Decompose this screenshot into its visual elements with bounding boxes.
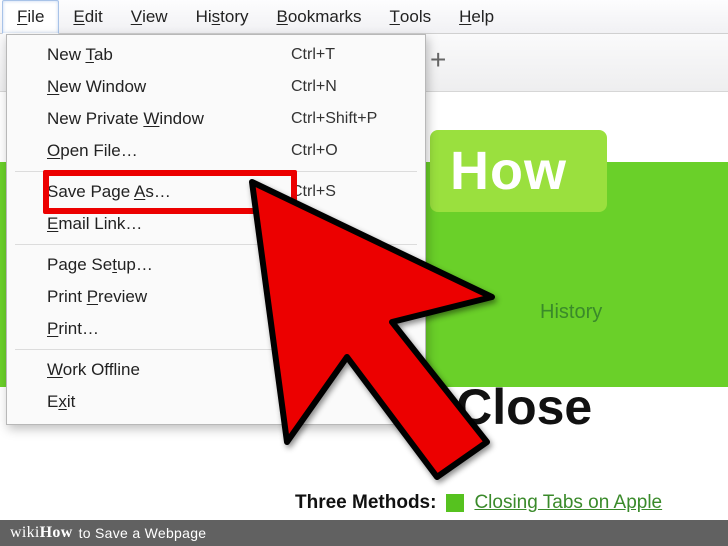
caption-logo-prefix: wiki xyxy=(10,524,40,541)
menu-item-accelerator: Ctrl+Shift+P xyxy=(291,110,411,128)
method-bullet-icon xyxy=(446,494,464,512)
menu-item-label: Open File… xyxy=(47,141,291,161)
wikihow-caption-logo: wikiHow xyxy=(0,524,79,542)
new-tab-plus-icon[interactable]: + xyxy=(430,44,446,76)
methods-label: Three Methods: xyxy=(295,492,436,514)
caption-logo-bold: How xyxy=(40,524,73,541)
menu-item-new-private-window[interactable]: New Private WindowCtrl+Shift+P xyxy=(7,103,425,135)
browser-window: + How History to Close Three Methods: Cl… xyxy=(0,0,728,546)
menu-history[interactable]: History xyxy=(182,0,263,33)
caption-text: to Save a Webpage xyxy=(79,525,207,541)
method-link[interactable]: Closing Tabs on Apple xyxy=(474,492,662,514)
methods-row: Three Methods: Closing Tabs on Apple xyxy=(295,492,662,514)
menu-edit[interactable]: Edit xyxy=(59,0,116,33)
menu-item-new-tab[interactable]: New TabCtrl+T xyxy=(7,39,425,71)
menu-item-label: New Tab xyxy=(47,45,291,65)
cursor-arrow-icon xyxy=(232,162,552,482)
menu-help[interactable]: Help xyxy=(445,0,508,33)
menubar: FileEditViewHistoryBookmarksToolsHelp xyxy=(0,0,728,34)
tutorial-caption: wikiHow to Save a Webpage xyxy=(0,520,728,546)
menu-bookmarks[interactable]: Bookmarks xyxy=(262,0,375,33)
menu-item-accelerator: Ctrl+T xyxy=(291,46,411,64)
menu-item-label: New Private Window xyxy=(47,109,291,129)
menu-item-accelerator: Ctrl+O xyxy=(291,142,411,160)
menu-item-new-window[interactable]: New WindowCtrl+N xyxy=(7,71,425,103)
menu-view[interactable]: View xyxy=(117,0,182,33)
menu-file[interactable]: File xyxy=(2,0,59,34)
menu-tools[interactable]: Tools xyxy=(376,0,446,33)
menu-item-label: New Window xyxy=(47,77,291,97)
menu-item-accelerator: Ctrl+N xyxy=(291,78,411,96)
